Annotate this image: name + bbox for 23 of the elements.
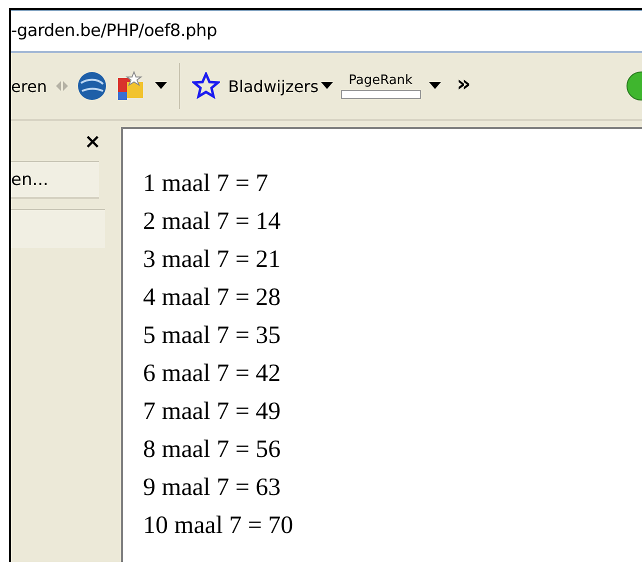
caret-icon [320, 82, 333, 90]
more-button[interactable]: » [448, 72, 471, 100]
result-line: 9 maal 7 = 63 [143, 473, 282, 503]
address-field[interactable]: -garden.be/PHP/oef8.php [11, 21, 217, 41]
result-line: 1 maal 7 = 7 [143, 169, 270, 199]
result-line: 3 maal 7 = 21 [143, 245, 282, 275]
result-line: 7 maal 7 = 49 [143, 397, 282, 427]
globe-icon[interactable] [77, 71, 108, 101]
result-line: 10 maal 7 = 70 [143, 511, 294, 541]
result-line: 4 maal 7 = 28 [143, 283, 282, 313]
bookmarks-menu[interactable]: Bladwijzers [228, 76, 333, 96]
caret-icon[interactable] [155, 82, 168, 90]
caret-icon[interactable] [428, 82, 441, 90]
star-icon[interactable] [192, 72, 220, 100]
result-line: 8 maal 7 = 56 [143, 435, 282, 465]
arrows-icon [55, 79, 70, 93]
sidebar-button[interactable]: en... [11, 161, 99, 199]
result-line: 5 maal 7 = 35 [143, 321, 282, 351]
result-line: 2 maal 7 = 14 [143, 207, 282, 237]
close-button[interactable]: × [84, 129, 101, 153]
toolbar-label[interactable]: eren [11, 76, 48, 96]
result-line: 6 maal 7 = 42 [143, 359, 282, 389]
pagerank-label: PageRank [348, 73, 413, 88]
